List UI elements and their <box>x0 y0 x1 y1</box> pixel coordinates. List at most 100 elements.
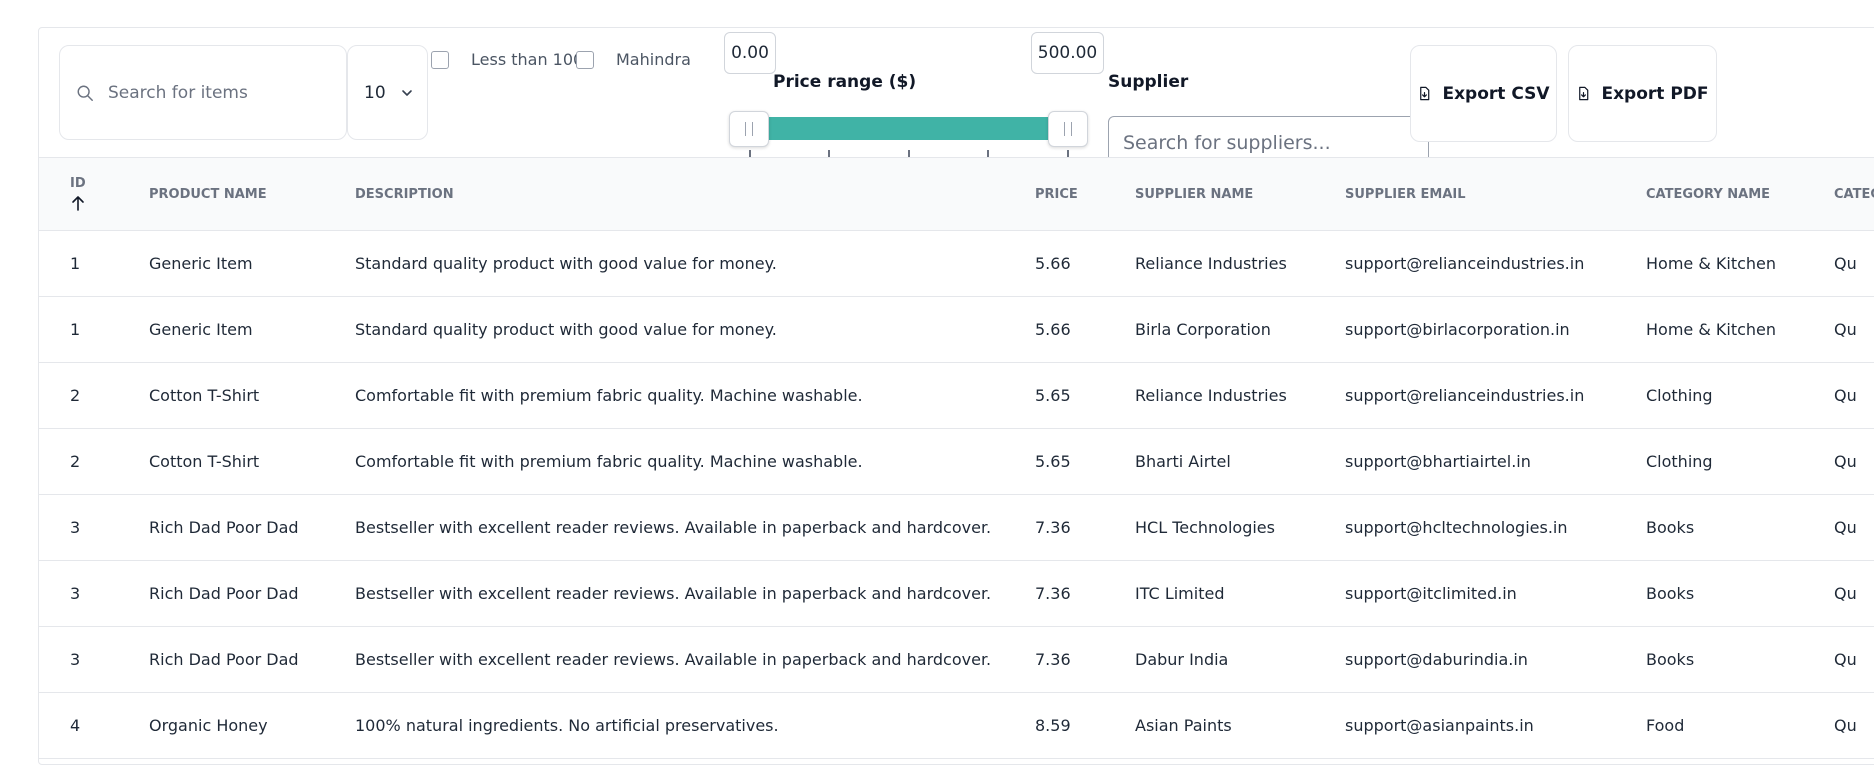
column-header-id[interactable]: ID <box>39 158 149 231</box>
product-name-cell: Generic Item <box>149 320 253 339</box>
column-header-price[interactable]: Price <box>1035 158 1135 231</box>
price-cell: 8.59 <box>1035 716 1071 735</box>
supplier-email-cell: support@bhartiairtel.in <box>1345 452 1531 471</box>
price-cell: 5.65 <box>1035 452 1071 471</box>
id-cell: 1 <box>70 320 81 339</box>
supplier-email-cell: support@daburindia.in <box>1345 650 1528 669</box>
id-cell: 2 <box>70 386 81 405</box>
less-than-checkbox[interactable] <box>431 51 449 69</box>
slider-max-handle[interactable] <box>1048 111 1088 147</box>
price-cell: 7.36 <box>1035 518 1071 537</box>
item-search-input[interactable] <box>106 81 330 104</box>
search-icon <box>77 85 93 101</box>
column-header-category-name[interactable]: Category Name <box>1646 158 1834 231</box>
page-size-value: 10 <box>364 82 386 103</box>
category-name-cell: Books <box>1646 650 1695 669</box>
supplier-email-cell: support@hcltechnologies.in <box>1345 518 1568 537</box>
product-name-cell: Generic Item <box>149 254 253 273</box>
description-cell: 100% natural ingredients. No artificial … <box>355 716 779 735</box>
column-header-supplier-email[interactable]: Supplier Email <box>1345 158 1646 231</box>
table-row[interactable]: 4 Organic Honey 100% natural ingredients. … <box>39 693 1874 759</box>
page-size-select[interactable]: 10 <box>347 45 428 140</box>
price-cell: 5.65 <box>1035 386 1071 405</box>
id-cell: 2 <box>70 452 81 471</box>
slider-track-fill <box>749 117 1069 140</box>
supplier-name-cell: Reliance Industries <box>1135 386 1287 405</box>
supplier-name-cell: HCL Technologies <box>1135 518 1275 537</box>
table-row[interactable]: 1 Generic Item Standard quality product wi… <box>39 231 1874 297</box>
file-download-icon <box>1420 86 1430 101</box>
products-table: ID Product Name Description Price Suppli… <box>39 157 1874 759</box>
price-max-value[interactable]: 500.00 <box>1031 32 1104 74</box>
description-cell: Standard quality product with good value… <box>355 254 777 273</box>
export-csv-button[interactable]: Export CSV <box>1410 45 1557 142</box>
column-header-supplier-name[interactable]: Supplier Name <box>1135 158 1345 231</box>
product-name-cell: Organic Honey <box>149 716 268 735</box>
supplier-name-cell: Birla Corporation <box>1135 320 1271 339</box>
column-header-product-name[interactable]: Product Name <box>149 158 355 231</box>
product-name-cell: Rich Dad Poor Dad <box>149 584 299 603</box>
category-name-cell: Clothing <box>1646 452 1713 471</box>
price-cell: 7.36 <box>1035 650 1071 669</box>
id-cell: 1 <box>70 254 81 273</box>
column-header-description[interactable]: Description <box>355 158 1035 231</box>
category-name-cell: Home & Kitchen <box>1646 254 1777 273</box>
table-row[interactable]: 2 Cotton T-Shirt Comfortable fit with prem… <box>39 363 1874 429</box>
table-row[interactable]: 2 Cotton T-Shirt Comfortable fit with prem… <box>39 429 1874 495</box>
supplier-email-cell: support@relianceindustries.in <box>1345 254 1585 273</box>
table-row[interactable]: 3 Rich Dad Poor Dad Bestseller with excell… <box>39 627 1874 693</box>
category-cell: Qu <box>1834 320 1857 339</box>
supplier-email-cell: support@birlacorporation.in <box>1345 320 1570 339</box>
slider-min-handle[interactable] <box>729 111 769 147</box>
supplier-name-cell: Asian Paints <box>1135 716 1232 735</box>
category-cell: Qu <box>1834 650 1857 669</box>
price-min-value[interactable]: 0.00 <box>724 32 776 74</box>
category-name-cell: Books <box>1646 518 1695 537</box>
product-name-cell: Rich Dad Poor Dad <box>149 518 299 537</box>
category-cell: Qu <box>1834 518 1857 537</box>
price-cell: 5.66 <box>1035 254 1071 273</box>
description-cell: Bestseller with excellent reader reviews… <box>355 584 992 603</box>
category-cell: Qu <box>1834 254 1857 273</box>
supplier-name-cell: ITC Limited <box>1135 584 1225 603</box>
description-cell: Comfortable fit with premium fabric qual… <box>355 452 863 471</box>
description-cell: Bestseller with excellent reader reviews… <box>355 518 992 537</box>
mahindra-checkbox[interactable] <box>576 51 594 69</box>
category-cell: Qu <box>1834 716 1857 735</box>
products-card: 10 Less than 100 Mahindra Price range ($… <box>38 27 1874 765</box>
export-pdf-label: Export PDF <box>1601 83 1709 104</box>
supplier-name-cell: Dabur India <box>1135 650 1229 669</box>
table-row[interactable]: 3 Rich Dad Poor Dad Bestseller with excell… <box>39 561 1874 627</box>
table-row[interactable]: 3 Rich Dad Poor Dad Bestseller with excell… <box>39 495 1874 561</box>
supplier-email-cell: support@asianpaints.in <box>1345 716 1534 735</box>
table-row[interactable]: 1 Generic Item Standard quality product wi… <box>39 297 1874 363</box>
description-cell: Bestseller with excellent reader reviews… <box>355 650 992 669</box>
description-cell: Standard quality product with good value… <box>355 320 777 339</box>
id-cell: 3 <box>70 650 81 669</box>
category-name-cell: Clothing <box>1646 386 1713 405</box>
price-range-title: Price range ($) <box>773 72 917 92</box>
supplier-email-cell: support@itclimited.in <box>1345 584 1517 603</box>
export-pdf-button[interactable]: Export PDF <box>1568 45 1717 142</box>
less-than-label: Less than 100 <box>471 50 584 69</box>
price-cell: 5.66 <box>1035 320 1071 339</box>
product-name-cell: Cotton T-Shirt <box>149 452 260 471</box>
id-cell: 3 <box>70 584 81 603</box>
id-cell: 3 <box>70 518 81 537</box>
supplier-name-cell: Reliance Industries <box>1135 254 1287 273</box>
column-header-category[interactable]: Category <box>1834 158 1874 231</box>
file-download-icon <box>1579 86 1589 101</box>
item-search-box[interactable] <box>59 45 347 140</box>
description-cell: Comfortable fit with premium fabric qual… <box>355 386 863 405</box>
mahindra-label: Mahindra <box>616 50 691 69</box>
id-cell: 4 <box>70 716 81 735</box>
table-header-row: ID Product Name Description Price Suppli… <box>39 157 1874 231</box>
supplier-name-cell: Bharti Airtel <box>1135 452 1231 471</box>
category-cell: Qu <box>1834 452 1857 471</box>
product-name-cell: Rich Dad Poor Dad <box>149 650 299 669</box>
supplier-email-cell: support@relianceindustries.in <box>1345 386 1585 405</box>
category-name-cell: Home & Kitchen <box>1646 320 1777 339</box>
price-cell: 7.36 <box>1035 584 1071 603</box>
category-cell: Qu <box>1834 584 1857 603</box>
sort-ascending-icon <box>72 196 84 211</box>
